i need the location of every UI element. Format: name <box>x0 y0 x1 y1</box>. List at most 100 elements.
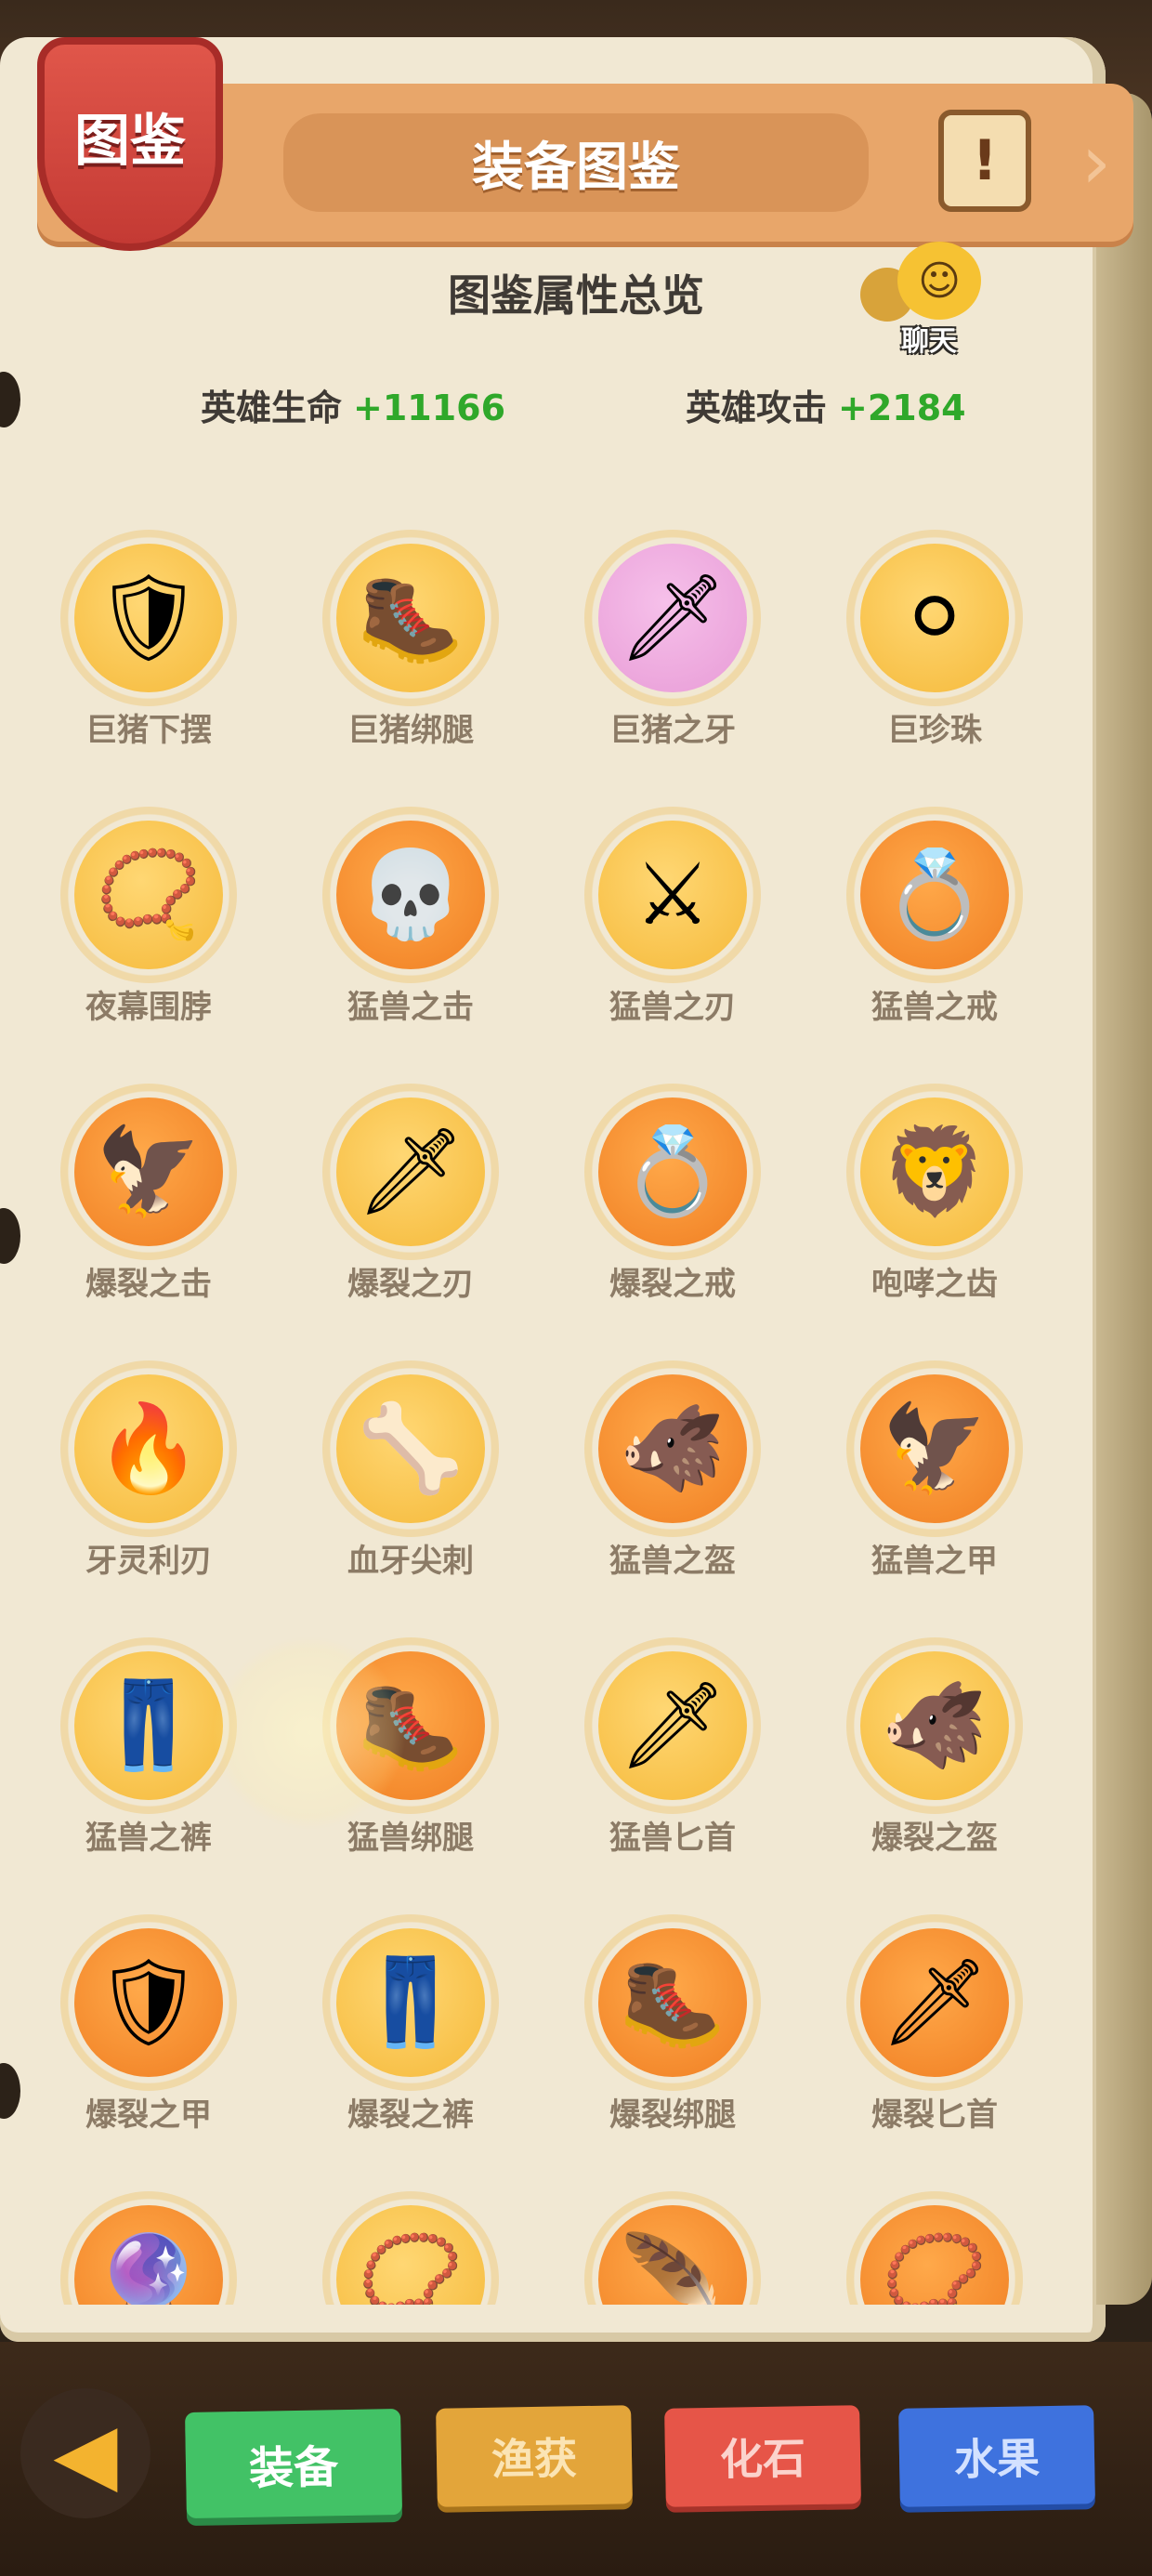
equipment-item[interactable]: 🥾 爆裂绑腿 <box>552 1905 793 2182</box>
chat-label: 聊天 <box>901 325 957 358</box>
chevron-right-icon[interactable]: › <box>1068 121 1124 204</box>
equipment-item[interactable]: 🥾 猛兽绑腿 <box>290 1628 531 1905</box>
equipment-icon: 🐗 <box>598 1374 747 1523</box>
equipment-grid: 🛡 巨猪下摆 🥾 巨猪绑腿 🗡 巨猪之牙 ⚪ 巨珍珠 📿 夜幕围脖 💀 猛兽之击 ⚔ 猛兽之刃 💍 猛兽之戒 🦅… <box>28 520 1078 2305</box>
binding-hole <box>0 372 20 427</box>
equipment-icon: 🦁 <box>860 1097 1009 1246</box>
equipment-name: 咆哮之齿 <box>871 1266 998 1303</box>
attribute-summary-title: 图鉴属性总览 <box>448 270 704 321</box>
equipment-name: 巨猪之牙 <box>609 712 736 749</box>
equipment-icon: 👖 <box>336 1928 485 2077</box>
equipment-name: 猛兽之盔 <box>609 1543 736 1580</box>
equipment-name: 猛兽之戒 <box>871 989 998 1026</box>
equipment-icon: 🦅 <box>860 1374 1009 1523</box>
equipment-item[interactable]: 🗡 巨猪之牙 <box>552 520 793 797</box>
equipment-name: 巨猪下摆 <box>85 712 212 749</box>
hero-atk-label: 英雄攻击 <box>686 388 828 428</box>
equipment-item[interactable]: 🗡 爆裂之刃 <box>290 1074 531 1351</box>
equipment-name: 猛兽之裤 <box>85 1820 212 1857</box>
equipment-item[interactable]: 🐗 爆裂之盔 <box>814 1628 1055 1905</box>
equipment-name: 爆裂之击 <box>85 1266 212 1303</box>
equipment-name: 猛兽之刃 <box>609 989 736 1026</box>
tab-fishing[interactable]: 渔获 <box>436 2405 633 2507</box>
equipment-item[interactable]: ⚔ 猛兽之刃 <box>552 797 793 1074</box>
equipment-name: 猛兽绑腿 <box>347 1820 474 1857</box>
equipment-icon: 🗡 <box>598 1651 747 1800</box>
tab-fossil[interactable]: 化石 <box>664 2405 861 2507</box>
equipment-name: 血牙尖刺 <box>347 1543 474 1580</box>
equipment-item[interactable]: 📿 <box>814 2182 1055 2305</box>
equipment-icon: 🗡 <box>336 1097 485 1246</box>
page-title: 装备图鉴 <box>283 113 869 212</box>
equipment-icon: 🥾 <box>598 1928 747 2077</box>
equipment-name: 爆裂之裤 <box>347 2096 474 2134</box>
equipment-item[interactable]: 🗡 猛兽匕首 <box>552 1628 793 1905</box>
equipment-item[interactable]: 💍 猛兽之戒 <box>814 797 1055 1074</box>
hero-hp-label: 英雄生命 <box>201 388 343 428</box>
equipment-icon: 💍 <box>860 821 1009 969</box>
equipment-item[interactable]: 💍 爆裂之戒 <box>552 1074 793 1351</box>
arrow-left-icon[interactable]: ◀ <box>20 2388 151 2518</box>
codex-badge: 图鉴 <box>37 37 223 251</box>
equipment-icon: 🔥 <box>74 1374 223 1523</box>
equipment-item[interactable]: 👖 爆裂之裤 <box>290 1905 531 2182</box>
binding-hole <box>0 1208 20 1264</box>
scroll-exclamation-icon[interactable]: ! <box>938 110 1031 212</box>
equipment-name: 巨珍珠 <box>887 712 982 749</box>
equipment-item[interactable]: ⚪ 巨珍珠 <box>814 520 1055 797</box>
equipment-item[interactable]: 🐗 猛兽之盔 <box>552 1351 793 1628</box>
hero-atk-stat: 英雄攻击 +2184 <box>686 379 966 430</box>
equipment-item[interactable]: 🦅 猛兽之甲 <box>814 1351 1055 1628</box>
equipment-name: 夜幕围脖 <box>85 989 212 1026</box>
equipment-item[interactable]: 🔥 牙灵利刃 <box>28 1351 269 1628</box>
equipment-icon: 🐗 <box>860 1651 1009 1800</box>
equipment-item[interactable]: 🦁 咆哮之齿 <box>814 1074 1055 1351</box>
equipment-name: 爆裂匕首 <box>871 2096 998 2134</box>
equipment-icon: 🗡 <box>598 544 747 692</box>
equipment-icon: 🦴 <box>336 1374 485 1523</box>
equipment-icon: 🥾 <box>336 1651 485 1800</box>
equipment-item[interactable]: 🔮 <box>28 2182 269 2305</box>
equipment-item[interactable]: 🪶 <box>552 2182 793 2305</box>
equipment-item[interactable]: 📿 <box>290 2182 531 2305</box>
equipment-item[interactable]: 🥾 巨猪绑腿 <box>290 520 531 797</box>
tab-equipment[interactable]: 装备 <box>185 2408 402 2519</box>
equipment-icon: ⚔ <box>598 821 747 969</box>
equipment-name: 爆裂之戒 <box>609 1266 736 1303</box>
tab-fruit[interactable]: 水果 <box>898 2405 1095 2507</box>
equipment-name: 猛兽之击 <box>347 989 474 1026</box>
equipment-item[interactable]: 🛡 巨猪下摆 <box>28 520 269 797</box>
equipment-name: 爆裂之甲 <box>85 2096 212 2134</box>
hero-hp-stat: 英雄生命 +11166 <box>201 379 505 430</box>
equipment-item[interactable]: 🛡 爆裂之甲 <box>28 1905 269 2182</box>
equipment-name: 巨猪绑腿 <box>347 712 474 749</box>
hero-hp-value: +11166 <box>353 388 506 428</box>
equipment-icon: 🦅 <box>74 1097 223 1246</box>
equipment-item[interactable]: 🦅 爆裂之击 <box>28 1074 269 1351</box>
equipment-name: 爆裂之盔 <box>871 1820 998 1857</box>
equipment-name: 爆裂之刃 <box>347 1266 474 1303</box>
equipment-item[interactable]: 👖 猛兽之裤 <box>28 1628 269 1905</box>
equipment-name: 爆裂绑腿 <box>609 2096 736 2134</box>
chat-bubbles-icon: ☺ <box>897 242 981 320</box>
equipment-icon: 👖 <box>74 1651 223 1800</box>
equipment-icon: ⚪ <box>860 544 1009 692</box>
equipment-icon: 🗡 <box>860 1928 1009 2077</box>
equipment-icon: 🥾 <box>336 544 485 692</box>
equipment-name: 猛兽匕首 <box>609 1820 736 1857</box>
equipment-name: 牙灵利刃 <box>85 1543 212 1580</box>
equipment-item[interactable]: 🗡 爆裂匕首 <box>814 1905 1055 2182</box>
equipment-icon: 🛡 <box>74 1928 223 2077</box>
equipment-item[interactable]: 🦴 血牙尖刺 <box>290 1351 531 1628</box>
equipment-item[interactable]: 💀 猛兽之击 <box>290 797 531 1074</box>
equipment-icon: 🛡 <box>74 544 223 692</box>
equipment-icon: 📿 <box>74 821 223 969</box>
hero-atk-value: +2184 <box>838 388 966 428</box>
page-edge <box>1096 93 1152 2305</box>
equipment-item[interactable]: 📿 夜幕围脖 <box>28 797 269 1074</box>
binding-hole <box>0 2063 20 2119</box>
equipment-name: 猛兽之甲 <box>871 1543 998 1580</box>
chat-button[interactable]: ☺ 聊天 <box>855 242 994 362</box>
equipment-icon: 💀 <box>336 821 485 969</box>
equipment-icon: 💍 <box>598 1097 747 1246</box>
